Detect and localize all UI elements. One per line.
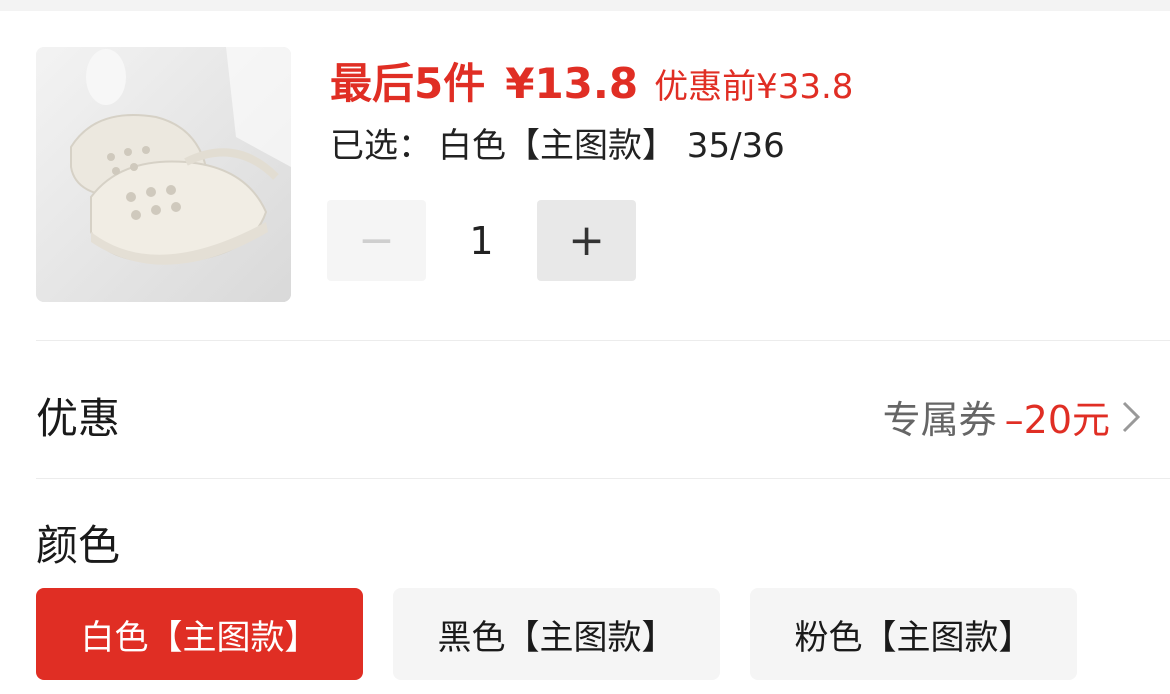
selected-variant: 已选： 白色【主图款】 35/36 — [330, 118, 785, 166]
coupon-amount: –20元 — [1004, 398, 1110, 442]
coupon-label: 专属券 — [882, 398, 997, 442]
color-option-black[interactable]: 黑色【主图款】 — [393, 588, 720, 680]
decrease-quantity-button[interactable]: − — [327, 200, 426, 281]
plus-icon: + — [568, 214, 605, 266]
product-image[interactable] — [36, 47, 291, 302]
selected-prefix: 已选： — [330, 126, 432, 166]
color-section-title: 颜色 — [36, 521, 121, 570]
selected-value: 白色【主图款】 35/36 — [438, 126, 785, 166]
original-price: 优惠前¥33.8 — [654, 67, 854, 107]
quantity-value[interactable]: 1 — [426, 200, 537, 281]
clog-sandal-icon — [36, 47, 291, 302]
discount-title: 优惠 — [36, 394, 121, 443]
color-option-white[interactable]: 白色【主图款】 — [36, 588, 363, 680]
coupon-info[interactable]: 专属券 –20元 — [883, 389, 1142, 444]
top-strip — [0, 0, 1170, 11]
divider — [36, 478, 1170, 479]
current-price: ¥13.8 — [505, 59, 639, 108]
increase-quantity-button[interactable]: + — [537, 200, 636, 281]
price-line: 最后5件 ¥13.8 优惠前¥33.8 — [330, 50, 854, 108]
color-option-pink[interactable]: 粉色【主图款】 — [750, 588, 1077, 680]
chevron-right-icon — [1122, 401, 1141, 432]
stock-label: 最后5件 — [330, 59, 486, 108]
discount-row[interactable]: 优惠 专属券 –20元 — [0, 341, 1170, 478]
quantity-stepper: − 1 + — [327, 200, 637, 281]
color-options: 白色【主图款】 黑色【主图款】 粉色【主图款】 — [36, 588, 1170, 680]
minus-icon: − — [358, 214, 395, 266]
